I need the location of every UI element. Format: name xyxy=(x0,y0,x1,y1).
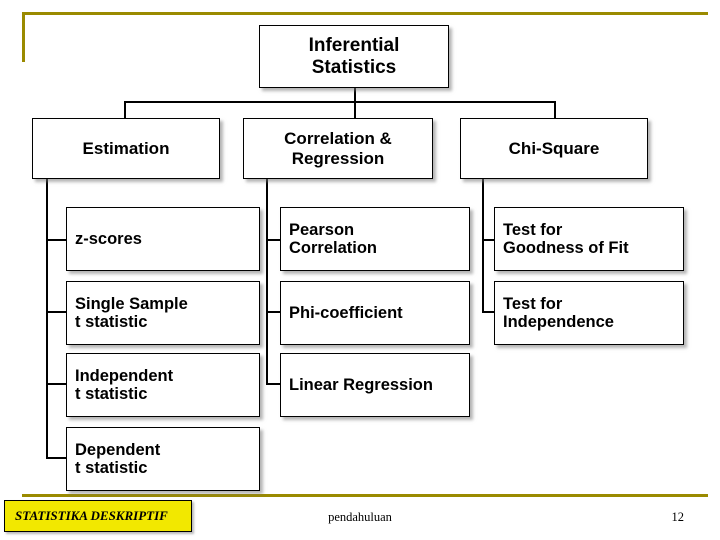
node-label: Correlation & Regression xyxy=(284,129,392,168)
node-phi-coefficient[interactable]: Phi-coefficient xyxy=(280,281,470,345)
node-label: Single Sample t statistic xyxy=(75,294,188,331)
slide-left-rule xyxy=(22,12,25,62)
node-label: Phi-coefficient xyxy=(289,303,403,322)
slide-top-rule xyxy=(22,12,708,15)
connector-drop-chisquare xyxy=(554,101,556,118)
footer-center-label: pendahuluan xyxy=(328,510,392,524)
node-label: Linear Regression xyxy=(289,375,433,394)
node-test-independence[interactable]: Test for Independence xyxy=(494,281,684,345)
connector-spine-estimation xyxy=(46,179,48,459)
node-dependent-t-statistic[interactable]: Dependent t statistic xyxy=(66,427,260,491)
connector-stub-chisquare-1 xyxy=(482,239,494,241)
connector-drop-estimation xyxy=(124,101,126,118)
node-label: Independent t statistic xyxy=(75,366,174,403)
node-independent-t-statistic[interactable]: Independent t statistic xyxy=(66,353,260,417)
slide-bottom-rule xyxy=(22,494,708,497)
connector-stub-estimation-3 xyxy=(46,383,66,385)
node-label: z-scores xyxy=(75,229,142,248)
connector-spine-chisquare xyxy=(482,179,484,313)
connector-root-stem xyxy=(354,88,356,102)
connector-stub-correlation-1 xyxy=(266,239,280,241)
node-pearson-correlation[interactable]: Pearson Correlation xyxy=(280,207,470,271)
node-label: Test for Independence xyxy=(503,294,614,331)
node-label: Pearson Correlation xyxy=(289,220,378,257)
connector-stub-estimation-2 xyxy=(46,311,66,313)
node-label: Dependent t statistic xyxy=(75,440,161,477)
node-label: Inferential Statistics xyxy=(308,35,400,78)
connector-spine-correlation xyxy=(266,179,268,385)
connector-stub-correlation-3 xyxy=(266,383,280,385)
connector-root-bus xyxy=(124,101,556,103)
node-single-sample-t-statistic[interactable]: Single Sample t statistic xyxy=(66,281,260,345)
node-inferential-statistics[interactable]: Inferential Statistics xyxy=(259,25,449,88)
node-correlation-regression[interactable]: Correlation & Regression xyxy=(243,118,433,179)
node-z-scores[interactable]: z-scores xyxy=(66,207,260,271)
connector-drop-correlation xyxy=(354,101,356,118)
node-label: Estimation xyxy=(82,138,170,158)
connector-stub-correlation-2 xyxy=(266,311,280,313)
connector-stub-chisquare-2 xyxy=(482,311,494,313)
node-chi-square[interactable]: Chi-Square xyxy=(460,118,648,179)
node-linear-regression[interactable]: Linear Regression xyxy=(280,353,470,417)
node-label: Chi-Square xyxy=(508,138,600,158)
node-test-goodness-of-fit[interactable]: Test for Goodness of Fit xyxy=(494,207,684,271)
connector-stub-estimation-4 xyxy=(46,457,66,459)
node-label: Test for Goodness of Fit xyxy=(503,220,629,257)
connector-stub-estimation-1 xyxy=(46,239,66,241)
node-estimation[interactable]: Estimation xyxy=(32,118,220,179)
footer-page-number: 12 xyxy=(671,510,685,524)
